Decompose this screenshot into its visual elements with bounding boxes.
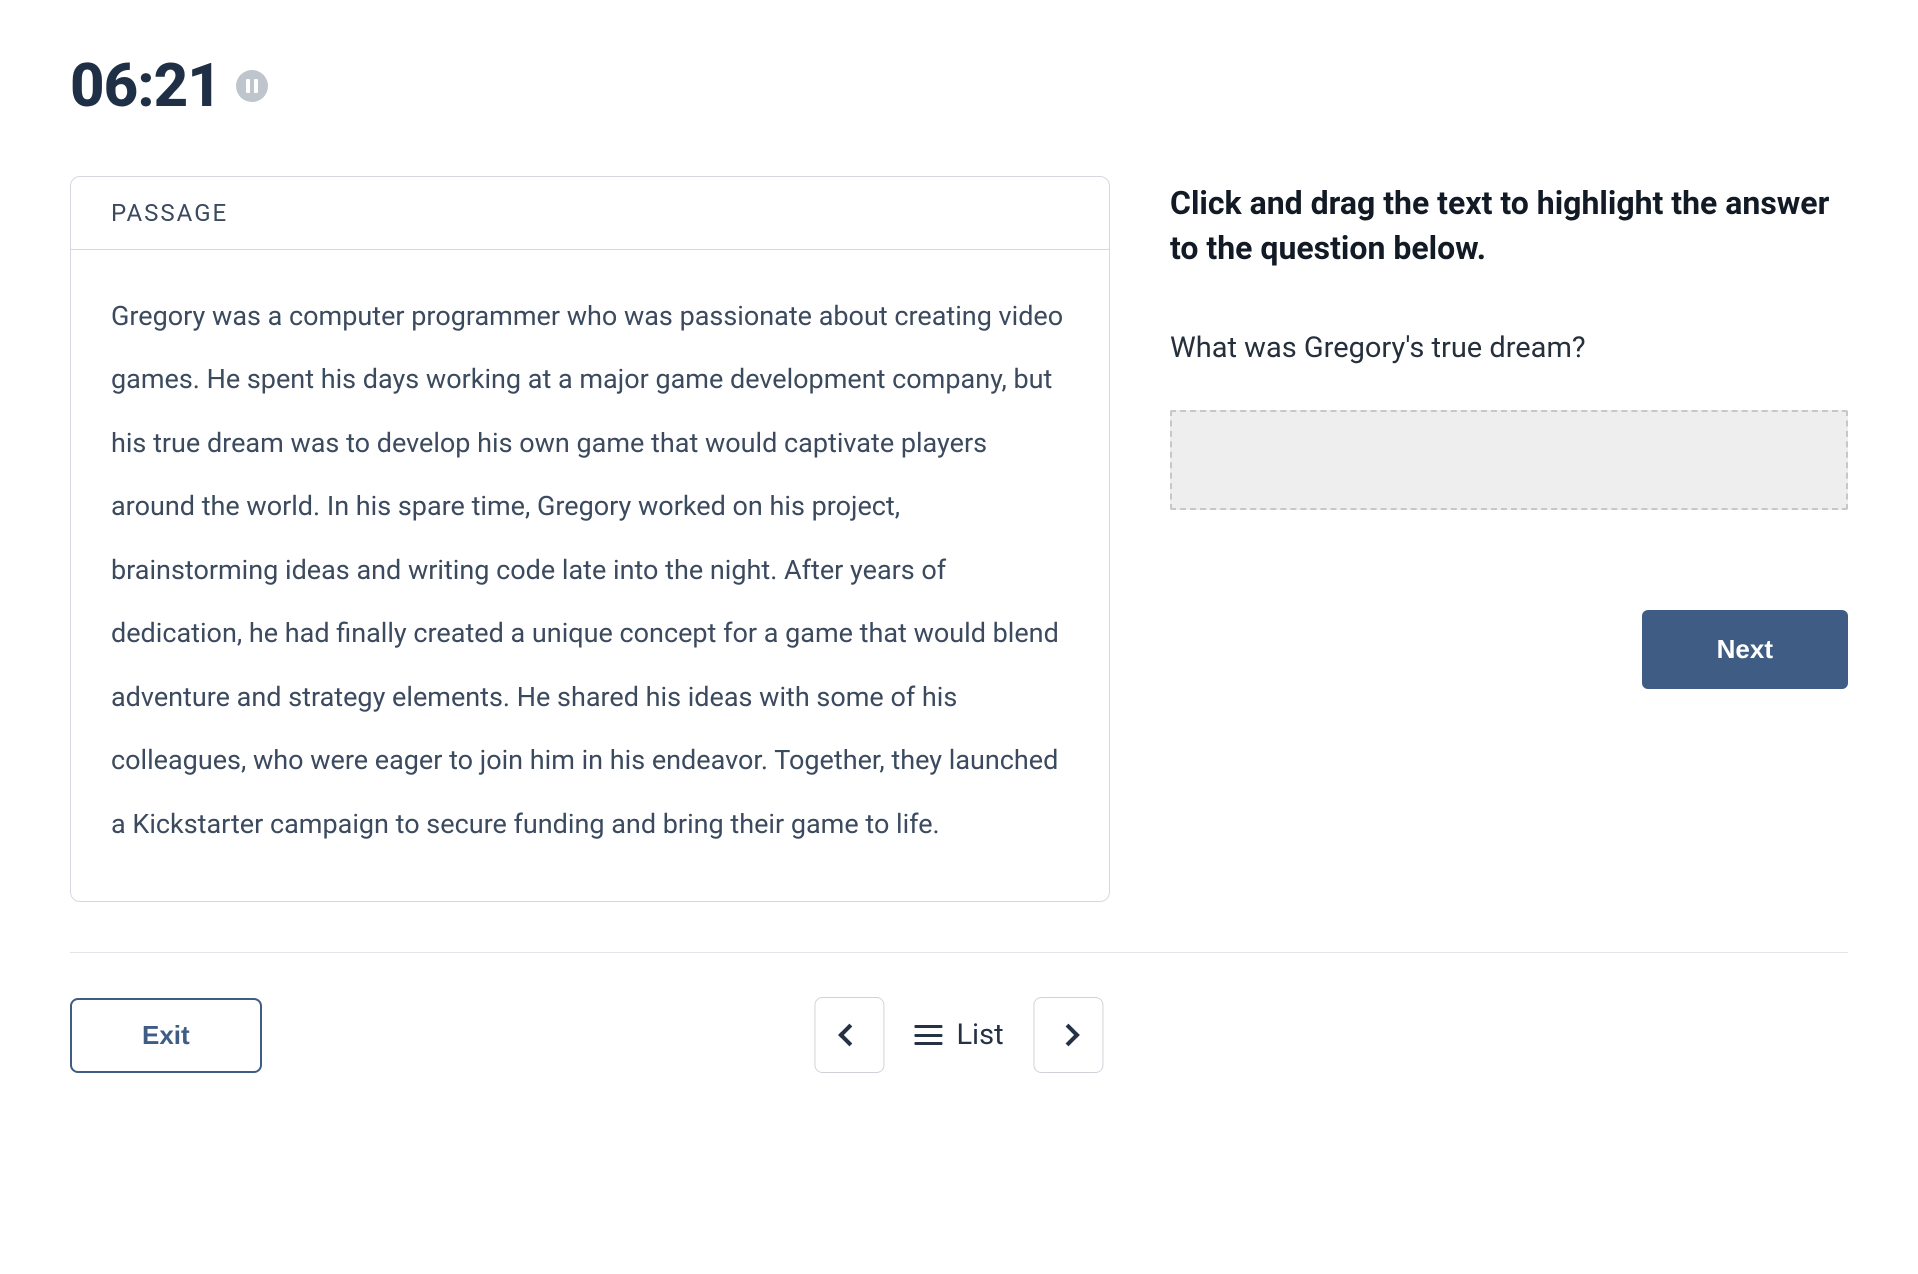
passage-text[interactable]: Gregory was a computer programmer who wa… bbox=[111, 285, 1069, 856]
chevron-left-icon bbox=[838, 1024, 861, 1047]
pause-button[interactable] bbox=[236, 70, 268, 102]
passage-header-label: PASSAGE bbox=[71, 177, 1109, 250]
chevron-right-icon bbox=[1057, 1024, 1080, 1047]
question-list-button[interactable]: List bbox=[909, 1008, 1008, 1062]
instruction-text: Click and drag the text to highlight the… bbox=[1170, 181, 1848, 271]
next-button[interactable]: Next bbox=[1642, 610, 1848, 689]
pause-icon bbox=[246, 79, 258, 93]
answer-dropzone[interactable] bbox=[1170, 410, 1848, 510]
footer-divider bbox=[70, 952, 1848, 953]
question-text: What was Gregory's true dream? bbox=[1170, 331, 1848, 365]
question-column: Click and drag the text to highlight the… bbox=[1170, 176, 1848, 689]
timer-row: 06:21 bbox=[70, 50, 1848, 121]
exit-button[interactable]: Exit bbox=[70, 998, 262, 1073]
main-content-row: PASSAGE Gregory was a computer programme… bbox=[70, 176, 1848, 902]
list-button-label: List bbox=[956, 1018, 1003, 1052]
footer-row: Exit List bbox=[70, 998, 1848, 1073]
next-question-button[interactable] bbox=[1034, 997, 1104, 1073]
passage-body: Gregory was a computer programmer who wa… bbox=[71, 250, 1109, 901]
next-button-row: Next bbox=[1170, 610, 1848, 689]
timer-display: 06:21 bbox=[70, 50, 221, 121]
prev-question-button[interactable] bbox=[814, 997, 884, 1073]
passage-card: PASSAGE Gregory was a computer programme… bbox=[70, 176, 1110, 902]
list-icon bbox=[914, 1025, 942, 1045]
footer-nav: List bbox=[814, 997, 1103, 1073]
